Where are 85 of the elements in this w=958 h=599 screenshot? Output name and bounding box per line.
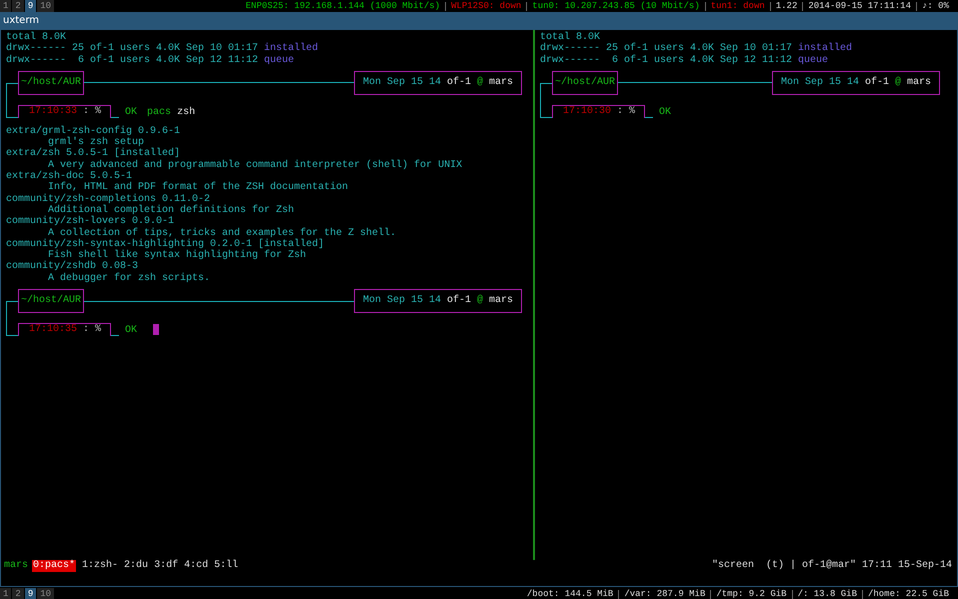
workspace-button[interactable]: 1 — [0, 0, 12, 12]
package-name: community/zsh-syntax-highlighting 0.2.0-1 [installed] — [6, 238, 326, 250]
status-text: OK — [125, 106, 138, 118]
disk-usage: /: 13.8 GiB — [792, 590, 862, 598]
package-name: community/zsh-completions 0.11.0-2 — [6, 194, 210, 205]
disk-usage: /var: 287.9 MiB — [618, 590, 710, 598]
prompt-symbol: : % — [83, 324, 102, 336]
terminal-text: total 8.0K — [6, 32, 66, 43]
terminal-text: drwx------ 6 of-1 users 4.0K Sep 12 11:12 — [6, 54, 258, 66]
package-description: A collection of tips, tricks and examples for the Z shell. — [48, 228, 398, 239]
tmux-window-tab[interactable]: 2:du — [124, 560, 148, 572]
status-text: ENP0S25: 192.168.1.144 (1000 Mbit/s) — [244, 2, 442, 10]
package-name: community/zshdb 0.08-3 — [6, 261, 140, 272]
status-text: ♪: 0% — [916, 2, 954, 10]
tmux-window-tab[interactable]: 0:pacs* — [32, 560, 76, 572]
connector-line — [6, 301, 18, 336]
prompt-date: Mon Sep 15 14 — [362, 294, 442, 308]
window-title: uxterm — [0, 12, 958, 30]
package-description: Fish shell like syntax highlighting for Zsh — [48, 250, 308, 262]
directory-name: installed — [263, 43, 318, 54]
status-text: 1.22 — [770, 2, 802, 10]
tmux-window-tab[interactable]: 5:ll — [214, 560, 238, 572]
prompt-time: 17:10:33 — [29, 106, 78, 118]
path-label: ~/host/AUR — [18, 70, 84, 95]
prompt-at-sign: @ — [476, 76, 484, 90]
tmux-window-tab[interactable]: 3:df — [154, 560, 178, 572]
package-name: community/zsh-lovers 0.9.0-1 — [6, 216, 176, 228]
connector-line — [111, 116, 120, 118]
status-text: tun0: 10.207.243.85 (10 Mbit/s) — [526, 2, 705, 10]
prompt-symbol: : % — [83, 106, 102, 118]
workspace-button[interactable]: 10 — [37, 588, 54, 599]
tmux-window-tab[interactable]: 4:cd — [184, 560, 208, 572]
package-name: extra/zsh-doc 5.0.5-1 — [6, 171, 134, 182]
prompt-host: mars — [488, 76, 513, 90]
connector-line — [645, 116, 654, 118]
status-text: 2014-09-15 17:11:14 — [802, 2, 916, 10]
tmux-window-tab[interactable]: 1:zsh- — [82, 560, 118, 572]
package-description: A very advanced and programmable command interpreter (shell) for UNIX — [48, 160, 464, 171]
disk-usage: /tmp: 9.2 GiB — [710, 590, 792, 598]
package-name: extra/grml-zsh-config 0.9.6-1 — [6, 126, 182, 137]
workspace-button[interactable]: 9 — [24, 0, 36, 12]
workspace-button[interactable]: 2 — [12, 0, 24, 12]
session-name: mars — [4, 560, 28, 572]
terminal-text: drwx------ 6 of-1 users 4.0K Sep 12 11:12 — [540, 54, 792, 66]
package-description: grml's zsh setup — [48, 137, 144, 148]
workspace-button[interactable]: 9 — [24, 588, 36, 599]
disk-usage: /boot: 144.5 MiB — [526, 590, 614, 598]
status-text: OK — [659, 106, 672, 118]
status-text: WLP12S0: down — [445, 2, 526, 10]
prompt-user: of-1 — [446, 76, 472, 90]
prompt-at-sign: @ — [476, 294, 484, 308]
prompt-user: of-1 — [864, 76, 890, 90]
prompt-date: Mon Sep 15 14 — [780, 76, 860, 90]
terminal-text: drwx------ 25 of-1 users 4.0K Sep 10 01:17 — [540, 43, 792, 54]
connector-line — [540, 82, 552, 118]
prompt-host: mars — [906, 76, 931, 90]
path-label: ~/host/AUR — [18, 289, 84, 314]
status-text: tun1: down — [704, 2, 770, 10]
status-text: OK — [125, 324, 138, 336]
workspace-button[interactable]: 1 — [0, 588, 12, 599]
workspace-button[interactable]: 2 — [12, 588, 24, 599]
terminal-text: total 8.0K — [540, 32, 600, 43]
connector-line — [111, 335, 120, 336]
terminal-text: drwx------ 25 of-1 users 4.0K Sep 10 01:17 — [6, 43, 258, 54]
tmux-status-info: "screen (t) | of-1@mar" 17:11 15-Sep-14 — [712, 560, 952, 572]
disk-usage: /home: 22.5 GiB — [862, 590, 954, 598]
directory-name: queue — [263, 54, 294, 66]
prompt-symbol: : % — [617, 106, 636, 118]
package-description: Info, HTML and PDF format of the ZSH documentation — [47, 182, 350, 194]
prompt-time: 17:10:35 — [29, 324, 78, 336]
package-description: Additional completion definitions for Zsh — [48, 204, 296, 216]
workspace-button[interactable]: 10 — [37, 0, 54, 12]
connector-line — [6, 82, 18, 118]
prompt-time: 17:10:30 — [563, 106, 612, 118]
package-name: extra/zsh 5.0.5-1 [installed] — [6, 148, 182, 160]
package-description: A debugger for zsh scripts. — [47, 272, 212, 284]
command-argument: zsh — [176, 106, 196, 118]
directory-name: installed — [797, 43, 852, 54]
command-name: pacs — [147, 106, 172, 118]
prompt-host: mars — [488, 294, 513, 308]
prompt-date: Mon Sep 15 14 — [362, 76, 442, 90]
path-label: ~/host/AUR — [552, 70, 618, 95]
prompt-user: of-1 — [446, 294, 472, 308]
directory-name: queue — [797, 54, 828, 66]
prompt-at-sign: @ — [894, 76, 902, 90]
